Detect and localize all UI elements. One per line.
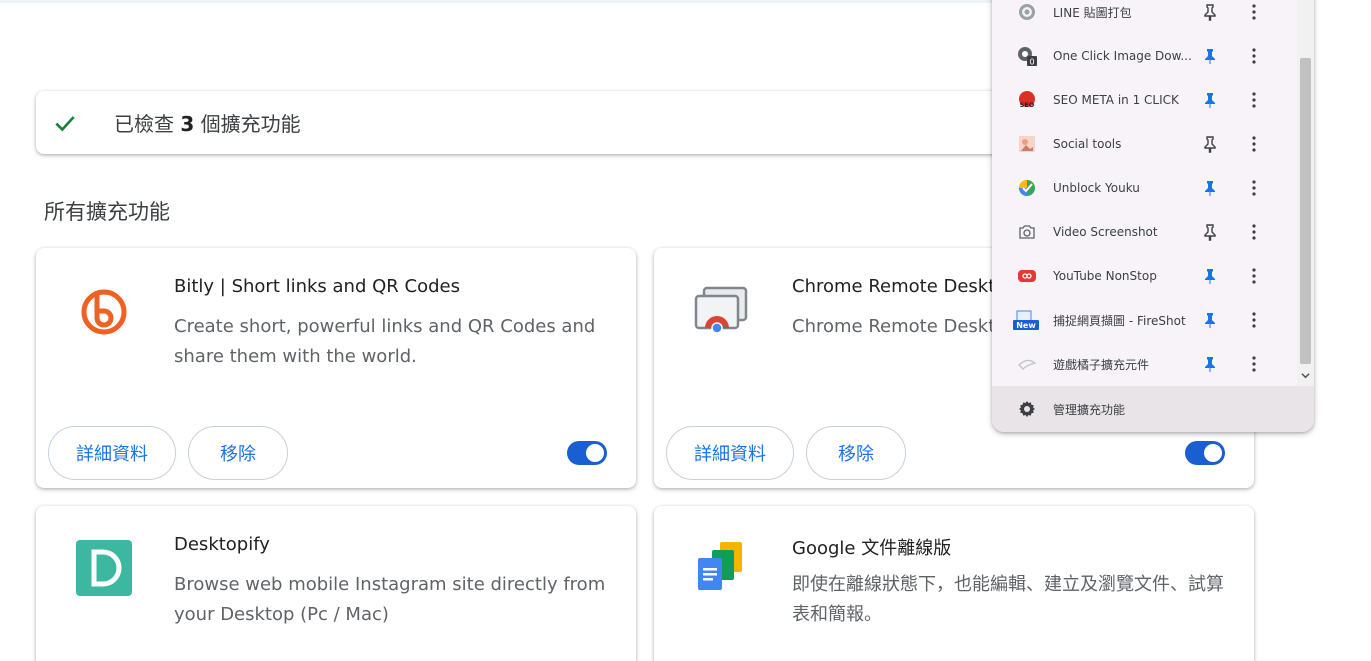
menu-item-label: 捕捉網頁擷圖 - FireShot [1053, 313, 1186, 328]
enable-toggle[interactable] [1185, 441, 1225, 465]
extension-name: Desktopify [174, 534, 270, 555]
scroll-down-icon[interactable] [1301, 371, 1310, 380]
menu-scrollbar[interactable] [1297, 0, 1314, 386]
details-button[interactable]: 詳細資料 [666, 426, 794, 480]
more-options-icon[interactable] [1244, 266, 1264, 286]
unblock-youku-icon [1019, 180, 1035, 196]
more-options-icon[interactable] [1244, 134, 1264, 154]
chrome-remote-desktop-icon [694, 286, 748, 334]
menu-item[interactable]: LINE 貼圖打包 [992, 0, 1298, 34]
scrollbar-thumb[interactable] [1300, 58, 1311, 364]
extension-card-google-docs-offline: Google 文件離線版 即使在離線狀態下，也能編輯、建立及瀏覽文件、試算表和簡… [654, 506, 1254, 661]
extensions-menu-popup: LINE 貼圖打包 0 One Click Image Dow... SEO S… [992, 0, 1314, 432]
pin-icon[interactable] [1200, 354, 1220, 374]
enable-toggle[interactable] [567, 441, 607, 465]
details-button[interactable]: 詳細資料 [48, 426, 176, 480]
menu-item[interactable]: 0 One Click Image Dow... [992, 34, 1298, 78]
svg-text:SEO: SEO [1020, 101, 1035, 109]
extension-description: 即使在離線狀態下，也能編輯、建立及瀏覽文件、試算表和簡報。 [792, 574, 1224, 625]
banner-text: 已檢查 3 個擴充功能 [114, 112, 301, 136]
menu-item[interactable]: Unblock Youku [992, 166, 1298, 210]
more-options-icon[interactable] [1244, 90, 1264, 110]
more-options-icon[interactable] [1244, 310, 1264, 330]
section-title: 所有擴充功能 [44, 200, 170, 224]
menu-item[interactable]: New 捕捉網頁擷圖 - FireShot [992, 298, 1298, 342]
pin-icon[interactable] [1200, 222, 1220, 242]
fireshot-icon: New [1013, 310, 1039, 330]
extension-description: Create short, powerful links and QR Code… [174, 316, 596, 367]
extension-name: Chrome Remote Desktop [792, 276, 1018, 297]
extension-card-desktopify: Desktopify Browse web mobile Instagram s… [36, 506, 636, 661]
extension-name: Google 文件離線版 [792, 538, 952, 559]
seo-meta-icon: SEO [1019, 91, 1035, 109]
google-docs-offline-icon [698, 542, 742, 590]
menu-item-label: SEO META in 1 CLICK [1053, 93, 1179, 107]
extension-name: Bitly | Short links and QR Codes [174, 276, 460, 297]
gamania-icon [1018, 359, 1037, 370]
gear-icon [1019, 401, 1035, 417]
pin-icon[interactable] [1200, 178, 1220, 198]
menu-item-label: Social tools [1053, 137, 1122, 151]
svg-text:0: 0 [1029, 58, 1034, 67]
menu-item[interactable]: Social tools [992, 122, 1298, 166]
checked-extensions-banner: 已檢查 3 個擴充功能 [36, 91, 1036, 154]
more-options-icon[interactable] [1244, 222, 1264, 242]
banner-count: 3 [180, 112, 195, 136]
pin-icon[interactable] [1200, 310, 1220, 330]
more-options-icon[interactable] [1244, 46, 1264, 66]
menu-item-label: 遊戲橘子擴充元件 [1053, 357, 1150, 372]
menu-item[interactable]: YouTube NonStop [992, 254, 1298, 298]
line-sticker-icon [1019, 4, 1035, 20]
remove-button[interactable]: 移除 [188, 426, 288, 480]
pin-icon[interactable] [1200, 134, 1220, 154]
bitly-icon [81, 289, 127, 335]
svg-text:New: New [1016, 321, 1036, 330]
menu-item[interactable]: Video Screenshot [992, 210, 1298, 254]
extension-description: Browse web mobile Instagram site directl… [174, 574, 606, 625]
manage-extensions-item[interactable]: 管理擴充功能 [992, 386, 1314, 432]
menu-item-label: One Click Image Dow... [1053, 49, 1192, 63]
more-options-icon[interactable] [1244, 178, 1264, 198]
youtube-nonstop-icon [1018, 270, 1036, 282]
menu-item-label: YouTube NonStop [1053, 269, 1157, 283]
more-options-icon[interactable] [1244, 354, 1264, 374]
check-icon [55, 116, 75, 132]
camera-icon [1019, 225, 1035, 239]
top-divider [0, 0, 1000, 3]
menu-item[interactable]: 遊戲橘子擴充元件 [992, 342, 1298, 386]
menu-item-label: Unblock Youku [1053, 181, 1140, 195]
pin-icon[interactable] [1200, 46, 1220, 66]
menu-item-label: Video Screenshot [1053, 225, 1158, 239]
pin-icon[interactable] [1200, 2, 1220, 22]
menu-item[interactable]: SEO SEO META in 1 CLICK [992, 78, 1298, 122]
social-tools-icon [1019, 136, 1035, 152]
menu-item-label: LINE 貼圖打包 [1053, 5, 1132, 20]
pin-icon[interactable] [1200, 90, 1220, 110]
pin-icon[interactable] [1200, 266, 1220, 286]
image-download-icon: 0 [1018, 47, 1037, 67]
more-options-icon[interactable] [1244, 2, 1264, 22]
remove-button[interactable]: 移除 [806, 426, 906, 480]
manage-extensions-label: 管理擴充功能 [1053, 402, 1126, 417]
extension-card-bitly: Bitly | Short links and QR Codes Create … [36, 248, 636, 488]
desktopify-icon [76, 540, 132, 596]
